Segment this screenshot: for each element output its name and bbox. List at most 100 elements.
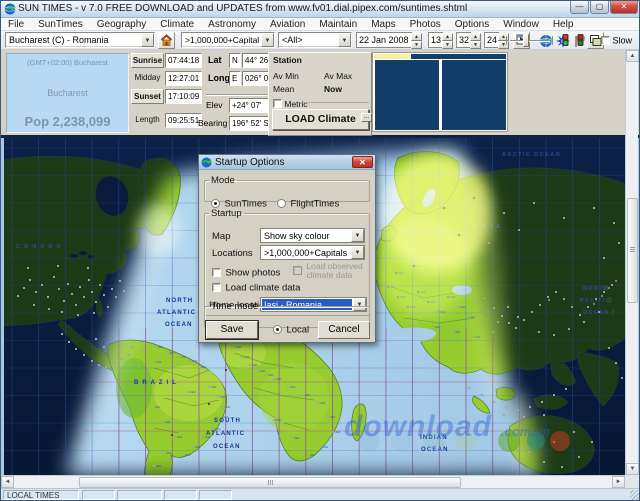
minute-spinner[interactable]: 32 ▲▼ — [456, 32, 471, 48]
save-button[interactable]: Save — [206, 321, 258, 339]
city-dot — [103, 294, 105, 296]
speed-slider-track[interactable] — [510, 40, 550, 42]
map-label: OCEAN — [213, 444, 241, 450]
menu-item-astronomy[interactable]: Astronomy — [201, 18, 263, 31]
more-button[interactable]: ... — [361, 113, 372, 122]
traffic-light-icon — [574, 33, 587, 47]
hour-value: 13 — [431, 35, 441, 45]
cancel-button[interactable]: Cancel — [318, 321, 370, 339]
scroll-left-icon[interactable]: ◄ — [1, 476, 14, 488]
local-radio[interactable] — [273, 325, 282, 334]
city-dot — [529, 406, 531, 408]
sunrise-button[interactable]: Sunrise — [131, 53, 164, 68]
menu-item-file[interactable]: File — [1, 18, 31, 31]
city-dot — [591, 441, 593, 443]
date-spin-buttons[interactable]: ▲▼ — [411, 33, 422, 49]
city-dot — [152, 406, 154, 408]
menu-item-aviation[interactable]: Aviation — [263, 18, 312, 31]
city-dot — [417, 291, 419, 293]
metric-checkbox[interactable] — [273, 99, 282, 108]
load-climate-button[interactable]: LOAD Climate — [272, 109, 369, 130]
long-dir-field[interactable]: E — [229, 71, 241, 86]
city-dot — [113, 362, 115, 364]
city-dot — [107, 306, 109, 308]
minimize-button[interactable]: — — [570, 1, 589, 14]
menu-item-help[interactable]: Help — [546, 18, 581, 31]
city-dot — [111, 288, 113, 290]
city-dot — [202, 436, 204, 438]
menu-item-maps[interactable]: Maps — [364, 18, 402, 31]
chevron-down-icon[interactable]: ▼ — [351, 229, 364, 242]
hour-spinner[interactable]: 13 ▲▼ — [428, 32, 443, 48]
second-spin-buttons[interactable]: ▲▼ — [498, 33, 509, 49]
hour-spin-buttons[interactable]: ▲▼ — [442, 33, 453, 49]
menu-item-maintain[interactable]: Maintain — [312, 18, 364, 31]
load-climate-checkbox[interactable] — [212, 283, 221, 292]
spin-down-icon: ▼ — [411, 41, 422, 49]
lat-dir-field[interactable]: N — [229, 53, 241, 68]
menu-item-window[interactable]: Window — [496, 18, 546, 31]
metric-checkbox-row[interactable]: Metric — [273, 98, 308, 109]
minute-spin-buttons[interactable]: ▲▼ — [470, 33, 481, 49]
menu-item-suntimes[interactable]: SunTimes — [31, 18, 90, 31]
map-label: B R A Z I L — [134, 380, 177, 386]
suntimes-radio[interactable] — [211, 199, 220, 208]
city-dot — [57, 265, 59, 267]
city-dot — [427, 301, 429, 303]
city-dot — [41, 284, 43, 286]
date-spinner[interactable]: 22 Jan 2008 ▲▼ — [356, 32, 412, 48]
chevron-down-icon[interactable]: ▼ — [261, 33, 274, 47]
speed-slider-thumb[interactable] — [523, 34, 529, 47]
vertical-scrollbar[interactable]: ▲ ▼ — [625, 50, 638, 475]
title-bar[interactable]: SUN TIMES - v 7.0 FREE DOWNLOAD and UPDA… — [1, 1, 640, 18]
status-segment — [164, 490, 197, 500]
scroll-up-icon[interactable]: ▲ — [626, 50, 639, 62]
flighttimes-radio[interactable] — [277, 199, 286, 208]
city-dot — [75, 304, 77, 306]
slow-checkbox-row[interactable]: Slow — [601, 35, 632, 46]
city-dot — [608, 287, 610, 289]
location-combo[interactable]: Bucharest (C) - Romania▼ — [5, 32, 155, 48]
city-dot — [178, 356, 180, 358]
scroll-right-icon[interactable]: ► — [612, 476, 625, 488]
region-filter-combo[interactable]: <All>▼ — [278, 32, 352, 48]
chart-strip-yellow — [374, 54, 410, 59]
chevron-down-icon[interactable]: ▼ — [351, 246, 364, 259]
map-combo[interactable]: Show sky colour▼ — [260, 228, 365, 243]
menu-bar: FileSunTimesGeographyClimateAstronomyAvi… — [1, 18, 640, 31]
city-dot — [105, 366, 107, 368]
city-dot — [99, 284, 101, 286]
menu-item-climate[interactable]: Climate — [153, 18, 201, 31]
city-dot — [528, 451, 530, 453]
dialog-close-button[interactable]: ✕ — [352, 156, 373, 168]
horizontal-scroll-thumb[interactable] — [79, 477, 461, 488]
population-filter-combo[interactable]: >1,000,000+Capitals▼ — [181, 32, 275, 48]
city-dot — [387, 286, 389, 288]
home-location-button[interactable] — [158, 32, 175, 49]
spin-up-icon: ▲ — [442, 33, 453, 41]
second-spinner[interactable]: 24 ▲▼ — [484, 32, 499, 48]
window-title: SUN TIMES - v 7.0 FREE DOWNLOAD and UPDA… — [18, 3, 467, 14]
resize-grip[interactable] — [630, 490, 640, 500]
scroll-down-icon[interactable]: ▼ — [626, 463, 639, 475]
load-climate-row[interactable]: Load climate data — [212, 279, 300, 297]
dialog-title-bar[interactable]: Startup Options ✕ — [199, 155, 375, 170]
midday-label: Midday — [131, 71, 164, 86]
menu-item-geography[interactable]: Geography — [90, 18, 153, 31]
city-dot — [131, 346, 133, 348]
menu-item-photos[interactable]: Photos — [403, 18, 448, 31]
close-button[interactable]: ✕ — [610, 1, 638, 14]
maximize-button[interactable]: ▢ — [590, 1, 609, 14]
local-radio-row[interactable]: Local — [273, 321, 309, 339]
map-label: OCEAN — [165, 322, 193, 328]
sunset-button[interactable]: Sunset — [131, 89, 164, 104]
locations-combo[interactable]: >1,000,000+Capitals▼ — [260, 245, 365, 260]
horizontal-scrollbar[interactable]: ◄ ► — [1, 475, 625, 488]
menu-item-options[interactable]: Options — [448, 18, 496, 31]
chevron-down-icon[interactable]: ▼ — [141, 33, 154, 47]
slow-checkbox[interactable] — [601, 36, 610, 45]
show-photos-checkbox[interactable] — [212, 268, 221, 277]
vertical-scroll-thumb[interactable] — [627, 198, 638, 303]
city-dot — [493, 307, 495, 309]
chevron-down-icon[interactable]: ▼ — [338, 33, 351, 47]
